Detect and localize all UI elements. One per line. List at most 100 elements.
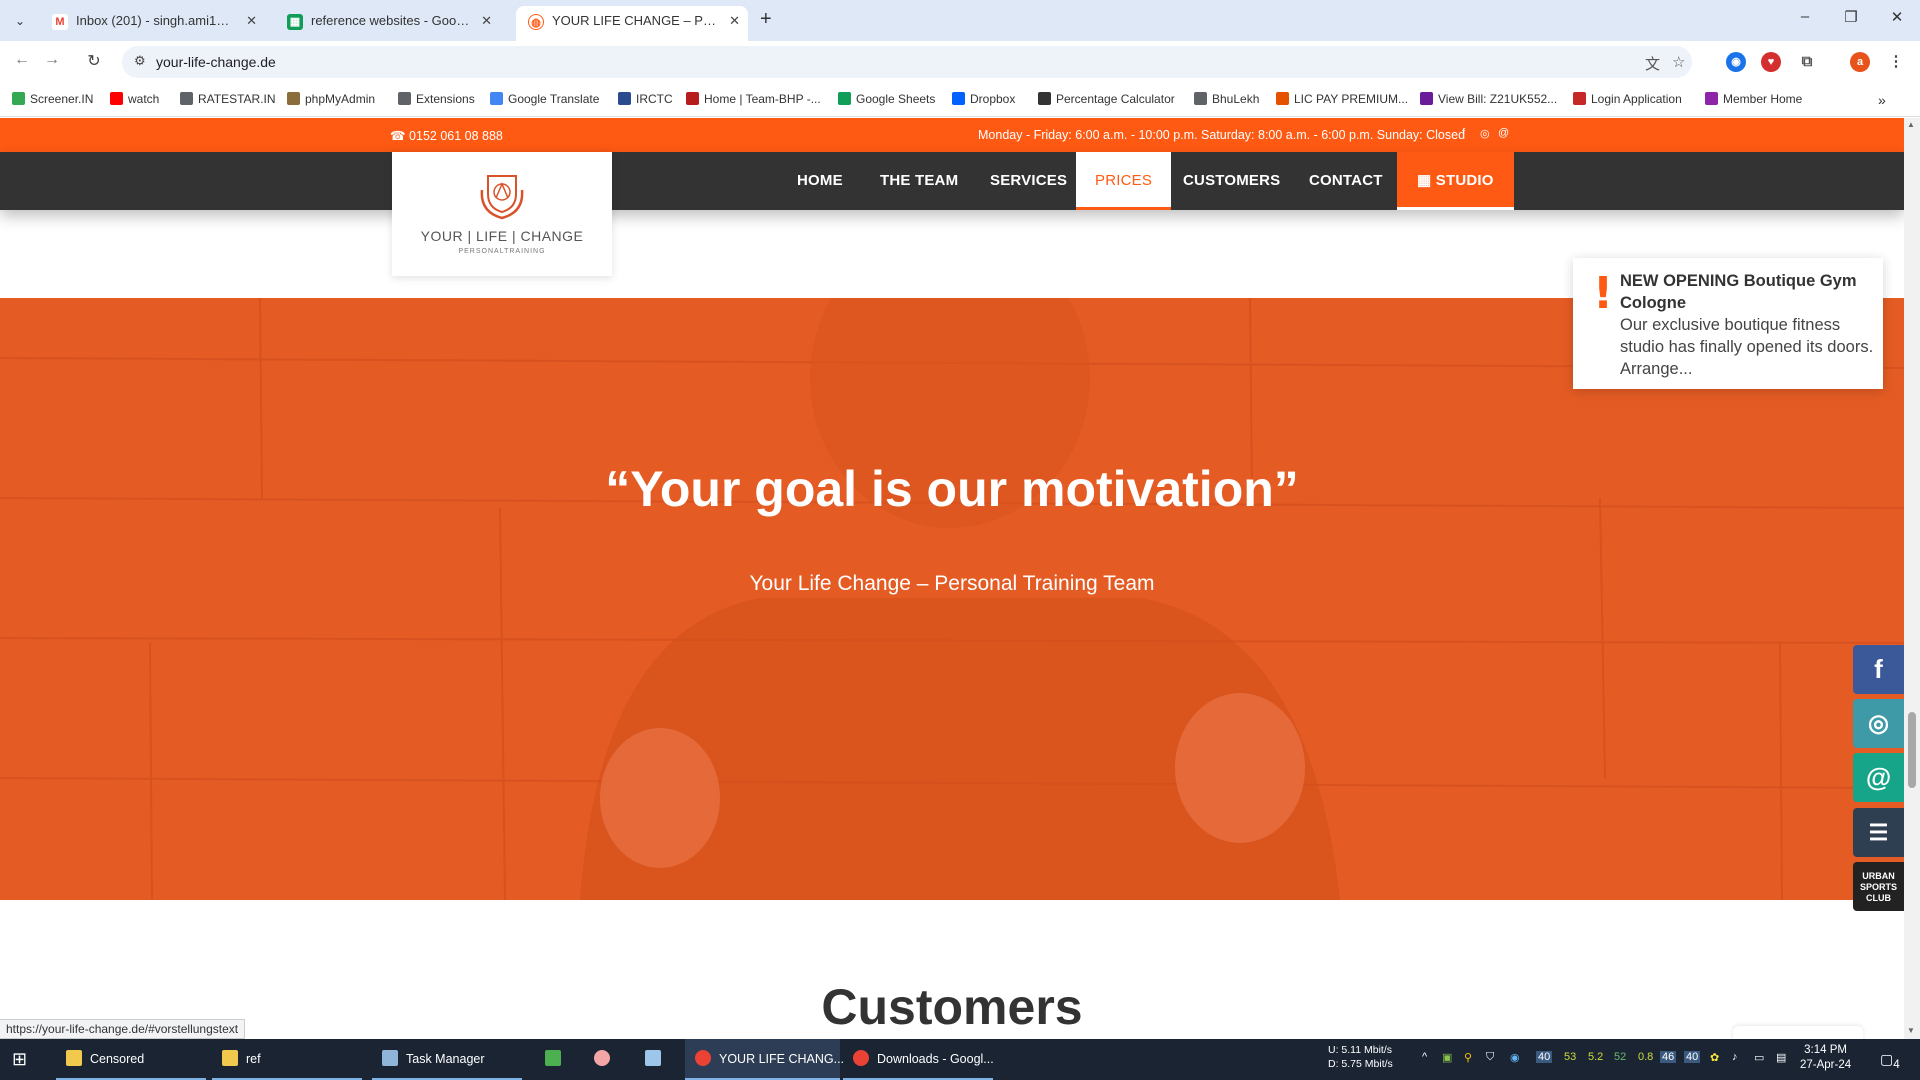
phone-number[interactable]: ☎ 0152 061 08 888 [390, 128, 503, 143]
chat-widget-tab[interactable] [1733, 1026, 1863, 1039]
main-navigation: HOME THE TEAM SERVICES PRICES CUSTOMERS … [0, 152, 1904, 210]
address-bar[interactable]: ⚙ your-life-change.de 文 ☆ [122, 46, 1692, 78]
tray-shield-icon[interactable]: ⛉ [1486, 1051, 1494, 1064]
tray-globe-icon[interactable]: ◉ [1510, 1051, 1520, 1064]
gmail-icon: M [52, 14, 68, 30]
bookmarks-overflow-icon[interactable]: » [1878, 92, 1886, 108]
tab-reference-websites[interactable]: ▦ reference websites - Google Sh ✕ [275, 6, 500, 41]
bookmark-item[interactable]: watch [110, 92, 159, 106]
tray-search-icon[interactable]: ⚲ [1464, 1051, 1472, 1064]
folder-icon [222, 1050, 238, 1066]
bookmark-item[interactable]: Member Home [1705, 92, 1802, 106]
facebook-icon[interactable]: f [1462, 127, 1465, 139]
side-email-icon[interactable]: @ [1853, 753, 1904, 802]
bookmark-item[interactable]: LIC PAY PREMIUM... [1276, 92, 1408, 106]
nav-customers[interactable]: CUSTOMERS [1183, 152, 1280, 210]
scroll-down-icon[interactable]: ▼ [1907, 1026, 1915, 1035]
taskbar-chrome-ylc[interactable]: YOUR LIFE CHANG... [685, 1039, 844, 1080]
bookmark-item[interactable]: Extensions [398, 92, 475, 106]
bookmark-item[interactable]: Login Application [1573, 92, 1682, 106]
bookmark-item[interactable]: Google Translate [490, 92, 599, 106]
site-info-icon[interactable]: ⚙ [134, 53, 146, 69]
new-opening-notice[interactable]: ! NEW OPENING Boutique Gym Cologne Our e… [1573, 258, 1883, 389]
side-instagram-icon[interactable]: ◎ [1853, 699, 1904, 748]
phone-icon: ☎ [390, 129, 410, 143]
email-icon[interactable]: @ [1498, 127, 1509, 139]
scrollbar-thumb[interactable] [1908, 712, 1916, 788]
bookmark-favicon-icon [952, 92, 965, 105]
tab-gmail[interactable]: M Inbox (201) - singh.ami1996@g ✕ [40, 6, 265, 41]
tab-your-life-change[interactable]: ◍ YOUR LIFE CHANGE – Personal ✕ [516, 6, 748, 41]
network-speed: U: 5.11 Mbit/s D: 5.75 Mbit/s [1328, 1044, 1393, 1070]
bookmark-favicon-icon [1038, 92, 1051, 105]
new-tab-button[interactable]: + [760, 8, 772, 31]
close-icon[interactable]: ✕ [481, 6, 492, 36]
taskbar-task-manager[interactable]: Task Manager [372, 1039, 522, 1080]
restore-icon[interactable]: ❐ [1836, 8, 1866, 26]
translate-icon[interactable]: 文 [1645, 53, 1660, 74]
bookmark-item[interactable]: Home | Team-BHP -... [686, 92, 821, 106]
bookmark-item[interactable]: Dropbox [952, 92, 1015, 106]
chrome-icon [853, 1050, 869, 1066]
extension-1-icon[interactable]: ◉ [1726, 52, 1746, 72]
tray-value-5: 46 [1660, 1051, 1677, 1063]
bookmark-item[interactable]: Google Sheets [838, 92, 935, 106]
taskbar-censored[interactable]: Censored [56, 1039, 206, 1080]
bookmark-item[interactable]: IRCTC [618, 92, 673, 106]
network-icon[interactable]: ▤ [1776, 1051, 1786, 1064]
nav-the-team[interactable]: THE TEAM [880, 152, 958, 210]
tab-search-icon[interactable]: ⌄ [8, 10, 32, 32]
page-scrollbar[interactable]: ▲ ▼ [1904, 118, 1920, 1039]
menu-kebab-icon[interactable]: ⋮ [1886, 52, 1906, 72]
url-text[interactable]: your-life-change.de [156, 54, 276, 70]
forward-icon[interactable]: → [40, 51, 64, 69]
nav-home[interactable]: HOME [797, 152, 843, 210]
tray-value-3: 52 [1614, 1051, 1627, 1063]
bookmark-item[interactable]: RATESTAR.IN [180, 92, 276, 106]
nav-services[interactable]: SERVICES [990, 152, 1067, 210]
tray-flower-icon[interactable]: ✿ [1710, 1051, 1719, 1064]
close-icon[interactable]: ✕ [246, 6, 257, 36]
bookmark-item[interactable]: BhuLekh [1194, 92, 1259, 106]
taskbar-app-notepad-icon[interactable] [645, 1039, 669, 1080]
bookmark-star-icon[interactable]: ☆ [1672, 53, 1685, 71]
tray-chevron-icon[interactable]: ^ [1422, 1051, 1427, 1063]
tray-value-6: 40 [1684, 1051, 1701, 1063]
bookmark-item[interactable]: phpMyAdmin [287, 92, 375, 106]
extension-2-icon[interactable]: ♥ [1761, 52, 1781, 72]
taskbar-app-sheets-icon[interactable] [545, 1039, 569, 1080]
volume-icon[interactable]: ♪ [1732, 1051, 1738, 1063]
ylc-favicon-icon: ◍ [528, 14, 544, 30]
side-urban-sports-club-icon[interactable]: URBAN SPORTS CLUB [1853, 862, 1904, 911]
battery-icon[interactable]: ▭ [1754, 1051, 1764, 1064]
bookmark-item[interactable]: Screener.IN [12, 92, 93, 106]
taskbar-chrome-downloads[interactable]: Downloads - Googl... [843, 1039, 994, 1080]
side-facebook-icon[interactable]: f [1853, 645, 1904, 694]
instagram-icon[interactable]: ◎ [1480, 127, 1490, 140]
profile-avatar[interactable]: a [1850, 52, 1870, 72]
start-icon[interactable]: ⊞ [12, 1039, 27, 1080]
taskbar-ref[interactable]: ref [212, 1039, 362, 1080]
bookmark-item[interactable]: View Bill: Z21UK552... [1420, 92, 1557, 106]
window-close-icon[interactable]: ✕ [1882, 8, 1912, 26]
notification-icon[interactable]: ▢4 [1880, 1051, 1900, 1071]
notice-text: Our exclusive boutique fitness studio ha… [1620, 316, 1874, 378]
site-logo[interactable]: YOUR | LIFE | CHANGE PERSONALTRAINING [392, 152, 612, 276]
tray-app-icon[interactable]: ▣ [1442, 1051, 1452, 1064]
bookmark-favicon-icon [1420, 92, 1433, 105]
scroll-up-icon[interactable]: ▲ [1907, 120, 1915, 129]
reload-icon[interactable]: ↻ [82, 51, 106, 71]
close-icon[interactable]: ✕ [729, 6, 740, 36]
hero-quote: “Your goal is our motivation” [605, 461, 1299, 517]
taskbar-app-pig-icon[interactable] [594, 1039, 618, 1080]
minimize-icon[interactable]: – [1790, 8, 1820, 25]
clock[interactable]: 3:14 PM 27-Apr-24 [1800, 1043, 1851, 1073]
extensions-puzzle-icon[interactable]: ⧉ [1797, 52, 1817, 72]
nav-contact[interactable]: CONTACT [1309, 152, 1383, 210]
side-news-icon[interactable]: ☰ [1853, 808, 1904, 857]
bookmark-item[interactable]: Percentage Calculator [1038, 92, 1175, 106]
back-icon[interactable]: ← [10, 51, 34, 69]
nav-prices[interactable]: PRICES [1076, 152, 1172, 210]
nav-studio-button[interactable]: ▦ STUDIO [1397, 152, 1514, 210]
hero-subtitle: Your Life Change – Personal Training Tea… [749, 572, 1155, 595]
